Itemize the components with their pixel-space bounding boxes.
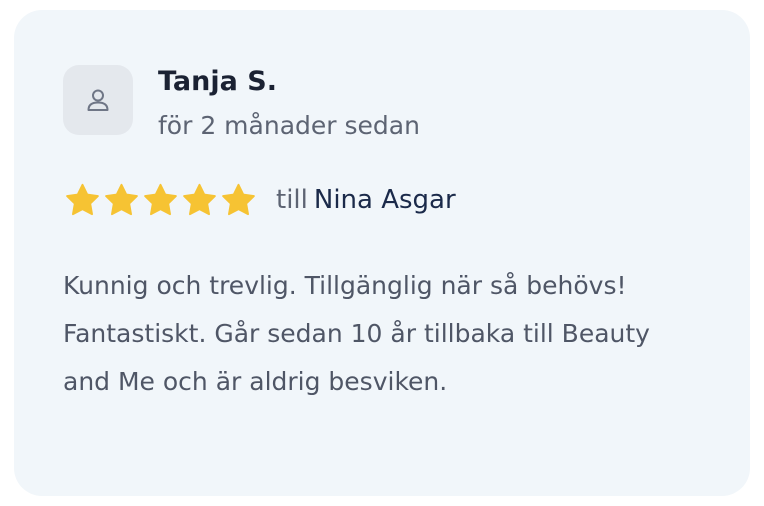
recipient-prefix: till xyxy=(276,185,308,215)
star-icon xyxy=(105,183,138,215)
reviewer-name: Tanja S. xyxy=(158,66,277,97)
review-date: för 2 månader sedan xyxy=(158,111,420,140)
recipient-name: Nina Asgar xyxy=(313,185,456,215)
review-card: Tanja S. för 2 månader sedan till Nina As… xyxy=(14,10,750,496)
recipient: till Nina Asgar xyxy=(276,185,456,215)
star-icon xyxy=(222,183,255,215)
star-rating xyxy=(64,182,259,219)
star-icon xyxy=(144,183,177,215)
avatar xyxy=(63,65,133,135)
review-text: Kunnig och trevlig. Tillgänglig när så b… xyxy=(63,271,650,396)
star-icon xyxy=(66,183,99,215)
user-icon xyxy=(87,89,109,111)
rating-row: till Nina Asgar xyxy=(64,180,456,220)
star-icon xyxy=(183,183,216,215)
